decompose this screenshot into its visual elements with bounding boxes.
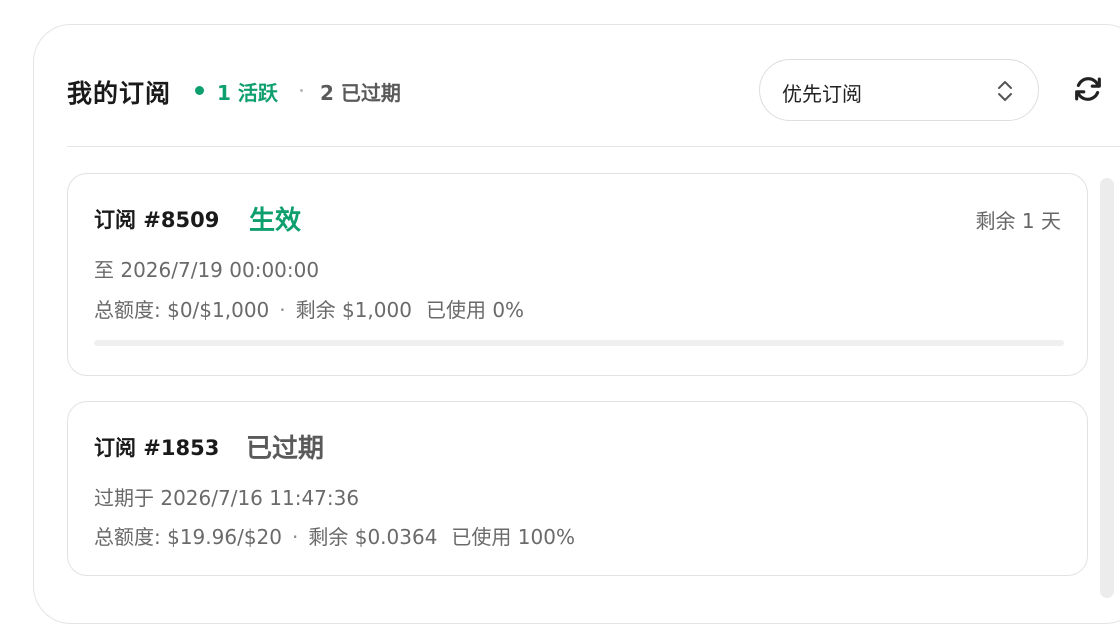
status-badge: 生效 <box>249 206 302 236</box>
separator-dot <box>300 89 303 92</box>
refresh-icon[interactable] <box>1071 72 1105 106</box>
expired-count: 2 已过期 <box>320 81 401 105</box>
quota-line: 总额度: $0/$1,000 · 剩余 $1,000 已使用 0% <box>94 294 524 323</box>
panel-header: 我的订阅 1 活跃 2 已过期 优先订阅 <box>67 58 1107 122</box>
expiry-date: 至 2026/7/19 00:00:00 <box>94 258 320 282</box>
list-scrollbar[interactable] <box>1100 178 1114 598</box>
chevron-up-down-icon <box>998 81 1012 101</box>
used-percentage: 已使用 0% <box>425 298 525 322</box>
quota-label: 总额度: $0/$1,000 <box>94 298 270 322</box>
usage-progress-bar <box>94 340 1064 346</box>
remaining-time: 剩余 1 天 <box>975 209 1061 233</box>
sort-select[interactable]: 优先订阅 <box>759 59 1039 121</box>
remaining-amount: 剩余 $0.0364 <box>308 525 438 549</box>
header-divider <box>67 146 1120 147</box>
active-count: 1 活跃 <box>217 81 278 105</box>
quota-separator: · <box>279 298 286 322</box>
status-badge: 已过期 <box>246 434 325 464</box>
used-percentage: 已使用 100% <box>451 525 575 549</box>
subscription-card: 订阅 #1853 已过期 过期于 2026/7/16 11:47:36 总额度:… <box>67 401 1088 576</box>
subscription-card: 订阅 #8509 生效 剩余 1 天 至 2026/7/19 00:00:00 … <box>67 173 1088 376</box>
active-status-dot <box>195 86 204 95</box>
expiry-date: 过期于 2026/7/16 11:47:36 <box>94 486 360 510</box>
quota-separator: · <box>292 525 299 549</box>
sort-select-value: 优先订阅 <box>782 82 862 106</box>
quota-label: 总额度: $19.96/$20 <box>94 525 282 549</box>
subscription-id: 订阅 #8509 <box>94 208 220 232</box>
remaining-amount: 剩余 $1,000 <box>295 298 412 322</box>
quota-line: 总额度: $19.96/$20 · 剩余 $0.0364 已使用 100% <box>94 521 575 550</box>
subscription-id: 订阅 #1853 <box>94 436 220 460</box>
page-title: 我的订阅 <box>67 79 172 108</box>
